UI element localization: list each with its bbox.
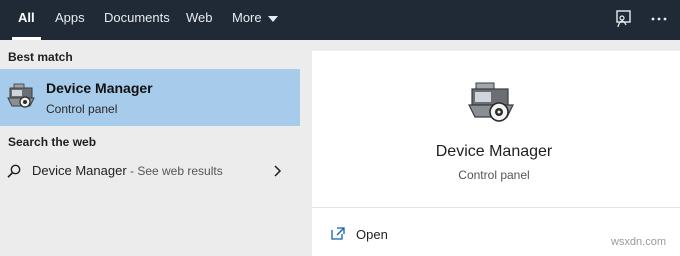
preview-panel: Device Manager Control panel Open — [312, 51, 680, 256]
tab-apps[interactable]: Apps — [55, 0, 85, 40]
tab-web[interactable]: Web — [186, 0, 213, 40]
panel-gap — [300, 40, 312, 256]
web-result-query: Device Manager — [32, 163, 127, 178]
tab-more[interactable]: More — [232, 0, 278, 40]
device-manager-icon — [7, 83, 35, 108]
preview-subtitle: Control panel — [458, 168, 530, 182]
search-icon — [7, 164, 21, 178]
ellipsis-icon[interactable] — [648, 8, 670, 30]
tab-documents[interactable]: Documents — [104, 0, 170, 40]
web-search-result[interactable]: Device Manager - See web results — [0, 156, 300, 186]
web-result-suffix: - See web results — [126, 164, 223, 178]
best-match-subtitle: Control panel — [46, 102, 118, 116]
chevron-down-icon — [267, 15, 278, 22]
results-panel: Best match Device Manager Control panel … — [0, 40, 300, 256]
preview-divider — [312, 207, 680, 208]
tab-more-label: More — [232, 10, 262, 25]
open-action-label: Open — [356, 227, 388, 242]
best-match-title: Device Manager — [46, 80, 153, 96]
watermark-text: wsxdn.com — [610, 236, 666, 248]
open-icon — [331, 227, 345, 240]
web-result-text: Device Manager - See web results — [32, 163, 223, 178]
preview-title: Device Manager — [435, 143, 553, 160]
feedback-icon[interactable] — [612, 8, 634, 30]
tab-all[interactable]: All — [12, 0, 41, 40]
search-web-heading: Search the web — [8, 135, 97, 149]
best-match-heading: Best match — [8, 50, 73, 64]
search-filter-bar: All Apps Documents Web More — [0, 0, 680, 40]
chevron-right-icon[interactable] — [272, 165, 282, 177]
best-match-result[interactable]: Device Manager Control panel — [0, 69, 300, 126]
device-manager-large-icon — [468, 82, 514, 122]
